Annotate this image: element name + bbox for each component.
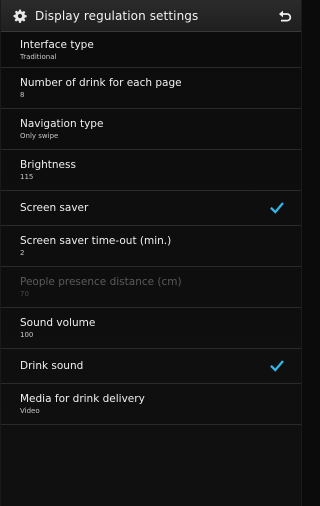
setting-people-presence-distance: People presence distance (cm) 70	[1, 267, 301, 308]
setting-value: Video	[20, 406, 40, 415]
back-arrow-icon[interactable]	[277, 8, 293, 24]
setting-drink-sound[interactable]: Drink sound	[1, 349, 301, 384]
setting-sound-volume[interactable]: Sound volume 100	[1, 308, 301, 349]
setting-label: Sound volume	[20, 316, 96, 329]
setting-label: Drink sound	[20, 359, 84, 372]
setting-value: Traditional	[20, 53, 57, 61]
checkmark-icon	[270, 202, 284, 214]
setting-label: Navigation type	[20, 117, 104, 130]
setting-navigation-type[interactable]: Navigation type Only swipe	[1, 109, 301, 150]
setting-value: 115	[20, 172, 34, 181]
setting-interface-type[interactable]: Interface type Traditional	[1, 32, 301, 68]
setting-label: People presence distance (cm)	[20, 275, 182, 288]
setting-label: Brightness	[20, 158, 76, 171]
drink-sound-checkbox[interactable]	[270, 359, 284, 373]
screen-saver-checkbox[interactable]	[270, 201, 284, 215]
setting-screen-saver-timeout[interactable]: Screen saver time-out (min.) 2	[1, 226, 301, 267]
setting-label: Number of drink for each page	[20, 76, 182, 89]
setting-label: Interface type	[20, 39, 94, 51]
gear-icon	[13, 9, 27, 23]
page-title: Display regulation settings	[35, 8, 199, 23]
setting-screen-saver[interactable]: Screen saver	[1, 191, 301, 226]
setting-value: 8	[20, 90, 25, 99]
settings-list: Interface type Traditional Number of dri…	[1, 32, 301, 425]
setting-brightness[interactable]: Brightness 115	[1, 150, 301, 191]
setting-value: 100	[20, 330, 34, 339]
setting-label: Screen saver	[20, 201, 89, 214]
setting-value: Only swipe	[20, 131, 59, 140]
checkmark-icon	[270, 360, 284, 372]
setting-label: Media for drink delivery	[20, 392, 145, 405]
setting-value: 70	[20, 289, 29, 298]
setting-label: Screen saver time-out (min.)	[20, 234, 172, 247]
settings-screen: Display regulation settings Interface ty…	[0, 0, 302, 506]
setting-media-for-drink-delivery[interactable]: Media for drink delivery Video	[1, 384, 301, 425]
setting-drinks-per-page[interactable]: Number of drink for each page 8	[1, 68, 301, 109]
action-bar: Display regulation settings	[1, 0, 301, 32]
setting-value: 2	[20, 248, 25, 257]
